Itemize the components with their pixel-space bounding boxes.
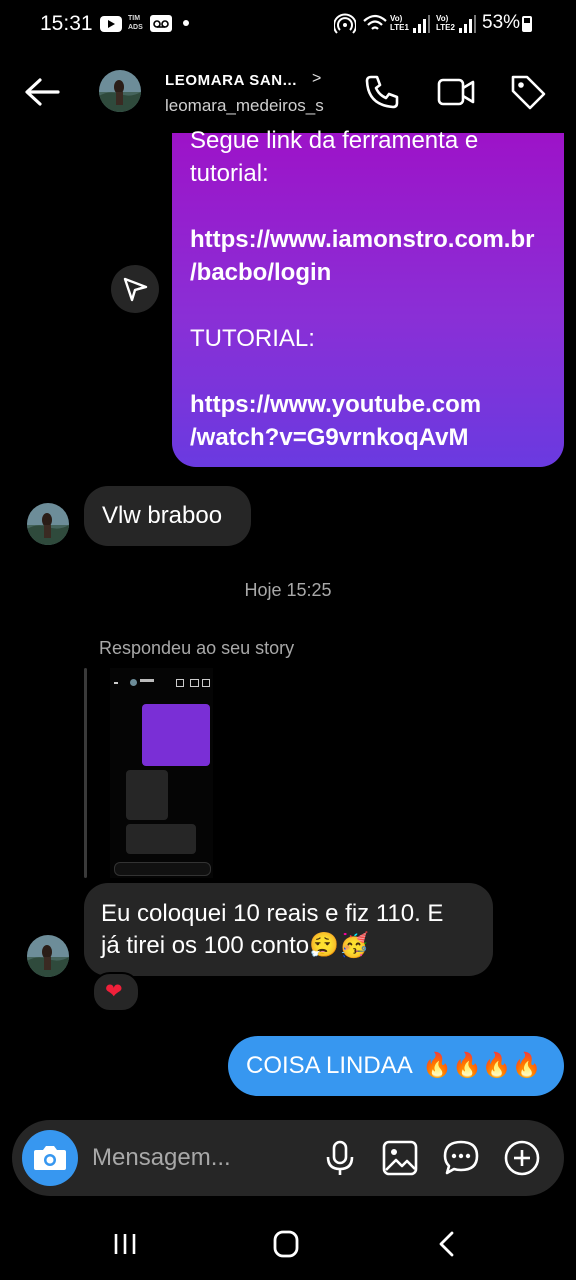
message-text: Eu coloquei 10 reais e fiz 110. E <box>101 900 444 927</box>
voicemail-icon <box>150 15 172 32</box>
message-text: COISA LINDAA <box>246 1052 412 1079</box>
status-bar: 15:31 TIM ADS Vo) LTE1 Vo) LTE2 53% <box>0 0 576 48</box>
tag-icon[interactable] <box>508 72 548 112</box>
chat-sticker-icon[interactable] <box>441 1138 481 1178</box>
share-button[interactable] <box>111 265 159 313</box>
message-link[interactable]: /watch?v=G9vrnkoqAvM <box>190 421 546 454</box>
camera-icon <box>34 1146 66 1170</box>
message-timestamp: Hoje 15:25 <box>244 580 332 600</box>
hotspot-icon <box>334 13 356 34</box>
message-text: já tirei os 100 conto😮‍💨🥳 <box>101 932 369 959</box>
video-camera-icon[interactable] <box>436 72 476 112</box>
signal-bars-icon <box>459 15 476 33</box>
message-text: tutorial: <box>190 160 269 187</box>
sent-message-bubble[interactable]: Segue link da ferramenta e tutorial: htt… <box>172 127 564 467</box>
youtube-notification-icon <box>100 16 122 32</box>
reply-indicator-bar <box>84 668 87 878</box>
send-icon <box>123 277 148 302</box>
message-text: Segue link da ferramenta e <box>190 127 479 154</box>
notification-dot-icon <box>183 20 189 26</box>
microphone-icon[interactable] <box>320 1138 360 1178</box>
recent-apps-icon[interactable] <box>106 1228 146 1260</box>
battery-percent: 53% <box>482 12 521 33</box>
story-thumbnail[interactable] <box>110 668 213 878</box>
avatar[interactable] <box>27 503 69 545</box>
battery-icon <box>522 16 532 32</box>
back-nav-icon[interactable] <box>428 1228 468 1260</box>
message-link[interactable]: https://www.youtube.com <box>190 388 546 421</box>
avatar[interactable] <box>27 935 69 977</box>
story-reply-label: Respondeu ao seu story <box>99 638 295 658</box>
heart-icon: ❤ <box>105 980 123 1003</box>
signal-label-1: Vo) LTE1 <box>390 14 409 32</box>
back-arrow-icon[interactable] <box>22 76 62 108</box>
camera-button[interactable] <box>22 1130 78 1186</box>
status-time: 15:31 <box>40 12 93 35</box>
message-link[interactable]: https://www.iamonstro.com.br <box>190 223 546 256</box>
message-text: Vlw braboo <box>102 502 223 529</box>
plus-circle-icon[interactable] <box>502 1138 542 1178</box>
message-text: TUTORIAL: <box>190 325 315 352</box>
sent-message-bubble[interactable]: COISA LINDAA 🔥🔥🔥🔥 <box>228 1036 564 1096</box>
phone-icon[interactable] <box>362 72 402 112</box>
signal-bars-icon <box>413 15 430 33</box>
chevron-right-icon[interactable]: > <box>312 70 321 88</box>
wifi-icon <box>363 14 387 30</box>
image-icon[interactable] <box>380 1138 420 1178</box>
received-message-bubble[interactable]: Vlw braboo <box>84 486 251 546</box>
contact-name[interactable]: LEOMARA SAN... <box>165 72 297 89</box>
fire-emoji: 🔥🔥🔥🔥 <box>422 1052 542 1079</box>
message-link[interactable]: /bacbo/login <box>190 256 546 289</box>
message-input[interactable]: Mensagem... <box>92 1144 231 1172</box>
avatar[interactable] <box>99 70 141 112</box>
signal-label-2: Vo) LTE2 <box>436 14 455 32</box>
reaction-badge[interactable]: ❤ <box>92 972 140 1012</box>
carrier-badge: TIM ADS <box>128 15 143 31</box>
home-icon[interactable] <box>266 1228 306 1260</box>
contact-username[interactable]: leomara_medeiros_s <box>165 96 324 116</box>
received-message-bubble[interactable]: Eu coloquei 10 reais e fiz 110. E já tir… <box>84 883 493 976</box>
